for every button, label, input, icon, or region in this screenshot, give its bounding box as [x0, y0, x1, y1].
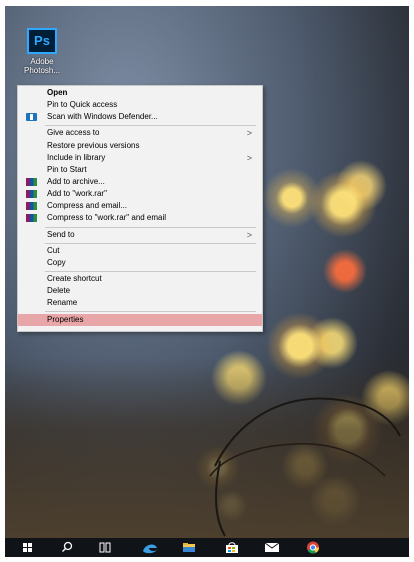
menu-item-label: Rename	[47, 298, 78, 307]
mail-icon[interactable]	[259, 538, 285, 557]
menu-item-label: Add to archive...	[47, 177, 105, 186]
file-explorer-icon[interactable]	[176, 538, 202, 557]
submenu-arrow-icon: >	[246, 153, 252, 163]
photoshop-desktop-shortcut[interactable]: Ps Adobe Photosh...	[22, 28, 62, 76]
menu-item-give-access[interactable]: Give access to >	[18, 127, 262, 139]
windows-defender-icon	[26, 113, 37, 121]
menu-item-restore-versions[interactable]: Restore previous versions	[18, 140, 262, 152]
menu-separator	[45, 227, 256, 228]
menu-item-send-to[interactable]: Send to >	[18, 229, 262, 241]
winrar-icon	[26, 178, 37, 186]
context-menu: Open Pin to Quick access Scan with Windo…	[17, 85, 263, 332]
menu-item-include-library[interactable]: Include in library >	[18, 152, 262, 164]
menu-item-label: Create shortcut	[47, 274, 102, 283]
menu-item-label: Restore previous versions	[47, 141, 140, 150]
string-lights-wire	[209, 397, 401, 537]
menu-item-label: Pin to Quick access	[47, 100, 118, 109]
menu-item-cut[interactable]: Cut	[18, 245, 262, 257]
menu-item-compress-work-rar-email[interactable]: Compress to "work.rar" and email	[18, 212, 262, 224]
menu-item-open[interactable]: Open	[18, 87, 262, 99]
store-icon[interactable]	[219, 538, 245, 557]
menu-item-scan-defender[interactable]: Scan with Windows Defender...	[18, 111, 262, 123]
menu-item-label: Compress and email...	[47, 201, 128, 210]
menu-item-compress-email[interactable]: Compress and email...	[18, 200, 262, 212]
menu-item-label: Open	[47, 88, 68, 97]
chrome-icon[interactable]	[300, 538, 326, 557]
menu-item-label: Add to "work.rar"	[47, 189, 107, 198]
search-icon[interactable]	[54, 538, 80, 557]
menu-item-rename[interactable]: Rename	[18, 297, 262, 309]
winrar-icon	[26, 190, 37, 198]
menu-separator	[45, 243, 256, 244]
menu-item-label: Pin to Start	[47, 165, 87, 174]
menu-item-pin-start[interactable]: Pin to Start	[18, 164, 262, 176]
menu-item-label: Include in library	[47, 153, 106, 162]
menu-separator	[45, 271, 256, 272]
photoshop-icon: Ps	[27, 28, 57, 54]
menu-item-label: Give access to	[47, 128, 100, 137]
menu-item-add-archive[interactable]: Add to archive...	[18, 176, 262, 188]
submenu-arrow-icon: >	[246, 128, 252, 138]
menu-item-delete[interactable]: Delete	[18, 285, 262, 297]
menu-item-label: Compress to "work.rar" and email	[47, 213, 167, 222]
menu-item-pin-quick-access[interactable]: Pin to Quick access	[18, 99, 262, 111]
taskbar	[5, 538, 409, 557]
menu-item-label: Scan with Windows Defender...	[47, 112, 158, 121]
edge-icon[interactable]	[137, 538, 163, 557]
menu-item-properties[interactable]: Properties	[18, 314, 262, 326]
menu-item-label: Delete	[47, 286, 71, 295]
menu-item-label: Properties	[47, 315, 84, 324]
menu-item-label: Cut	[47, 246, 60, 255]
menu-item-create-shortcut[interactable]: Create shortcut	[18, 273, 262, 285]
photoshop-shortcut-label: Adobe Photosh...	[23, 57, 61, 75]
menu-item-label: Copy	[47, 258, 66, 267]
menu-item-add-work-rar[interactable]: Add to "work.rar"	[18, 188, 262, 200]
windows-start-icon[interactable]	[15, 538, 41, 557]
menu-item-label: Send to	[47, 230, 75, 239]
winrar-icon	[26, 214, 37, 222]
submenu-arrow-icon: >	[246, 230, 252, 240]
menu-separator	[45, 311, 256, 312]
winrar-icon	[26, 202, 37, 210]
menu-separator	[45, 125, 256, 126]
menu-item-copy[interactable]: Copy	[18, 257, 262, 269]
task-view-icon[interactable]	[92, 538, 118, 557]
